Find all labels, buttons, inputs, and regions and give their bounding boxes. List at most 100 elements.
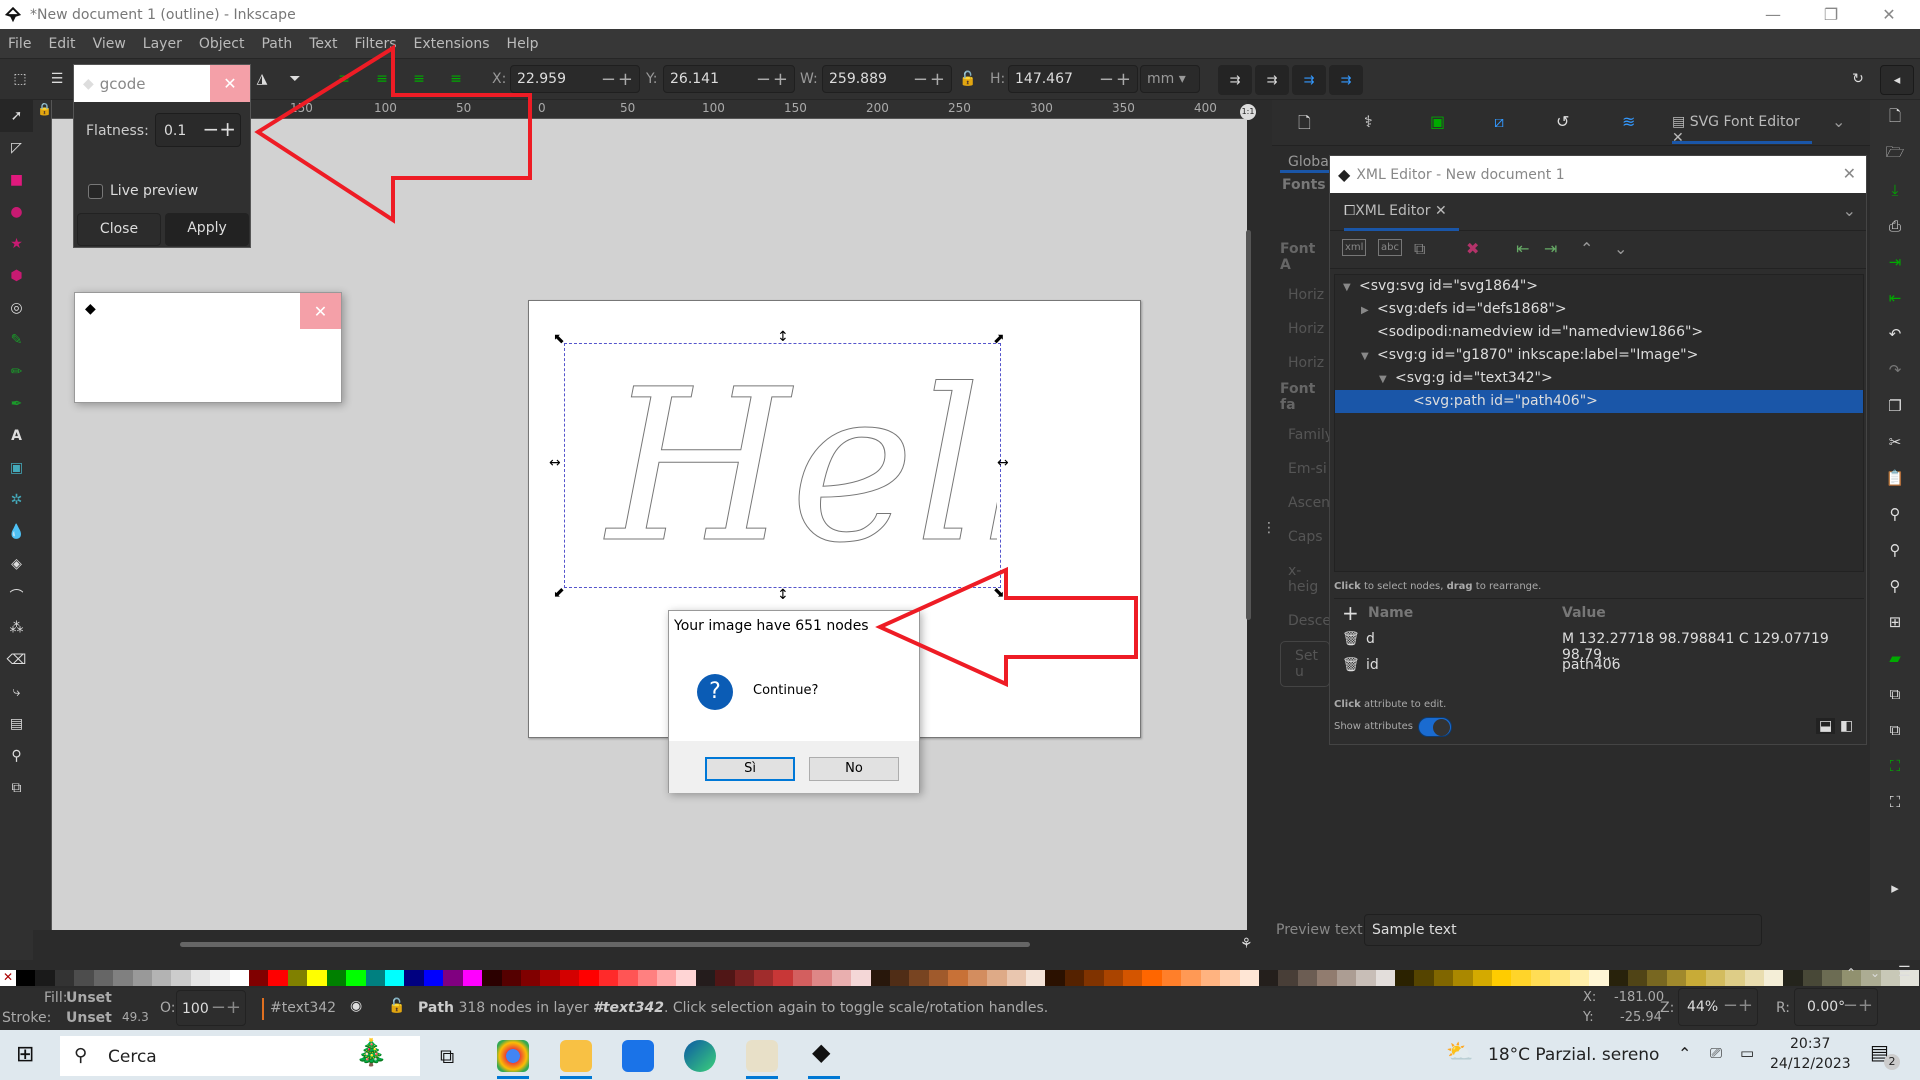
zoom-field[interactable]: 44% −+ <box>1678 988 1758 1026</box>
layout-vertical-icon[interactable]: ◧ <box>1840 718 1853 734</box>
new-text-node-icon[interactable]: abc <box>1378 239 1402 256</box>
color-swatch[interactable] <box>1200 970 1221 986</box>
color-swatch[interactable] <box>812 970 832 986</box>
x-field[interactable]: 22.959 −+ <box>510 65 640 93</box>
live-preview-checkbox[interactable] <box>88 184 103 199</box>
cut-icon[interactable]: ✂ <box>1870 424 1920 460</box>
layers-icon[interactable]: ≋ <box>1622 112 1635 131</box>
color-swatch[interactable] <box>1589 970 1609 986</box>
layout-horizontal-icon[interactable]: ⬓ <box>1816 718 1836 734</box>
color-swatch[interactable] <box>1569 970 1590 986</box>
group-icon[interactable]: ⛶ <box>1870 748 1920 784</box>
new-document-icon[interactable]: 🗋 <box>1870 100 1920 136</box>
color-swatch[interactable] <box>1783 970 1803 986</box>
paint-bucket-tool-icon[interactable]: ◈ <box>0 548 33 580</box>
transform-gradients-icon[interactable]: ⇉ <box>1292 65 1326 95</box>
tab-global[interactable]: Globa <box>1280 148 1330 173</box>
color-swatch[interactable] <box>656 970 677 986</box>
xml-node[interactable]: <sodipodi:namedview id="namedview1866"> <box>1335 321 1863 344</box>
task-view-icon[interactable]: ⧉ <box>440 1044 454 1068</box>
menu-object[interactable]: Object <box>191 36 254 52</box>
zoom-1-1-button[interactable]: 1:1 <box>1240 104 1256 120</box>
menu-help[interactable]: Help <box>499 36 548 52</box>
pages-tool-icon[interactable]: ▤ <box>0 708 33 740</box>
expander-open-icon[interactable]: ▼ <box>1361 345 1377 368</box>
color-swatch[interactable] <box>1375 970 1395 986</box>
color-swatch[interactable] <box>1414 970 1434 986</box>
xml-node[interactable]: ▼ <svg:svg id="svg1864"> <box>1335 275 1863 298</box>
3d-box-tool-icon[interactable]: ⬢ <box>0 260 33 292</box>
xml-node[interactable]: ▶ <svg:defs id="defs1868"> <box>1335 298 1863 321</box>
xml-node[interactable]: ▼ <svg:g id="text342"> <box>1335 367 1863 390</box>
edge-icon[interactable] <box>684 1040 716 1072</box>
color-swatch[interactable] <box>287 970 308 986</box>
yes-button[interactable]: Sì <box>705 757 795 781</box>
palette-scroll-up-icon[interactable]: ⌃ <box>1846 966 1856 980</box>
inkscape-taskbar-icon[interactable]: ◆ <box>812 1038 830 1066</box>
color-swatch[interactable] <box>889 970 910 986</box>
attribute-row[interactable]: 🗑 id path406 <box>1334 655 1864 681</box>
menu-extensions[interactable]: Extensions <box>406 36 499 52</box>
stroke-width[interactable]: 49.3 <box>122 1010 149 1024</box>
color-swatch[interactable] <box>113 970 133 986</box>
color-swatch[interactable] <box>190 970 211 986</box>
menu-path[interactable]: Path <box>253 36 301 52</box>
weather-icon[interactable]: ⛅ <box>1446 1040 1473 1065</box>
color-swatch[interactable] <box>1492 970 1512 986</box>
chrome-icon[interactable] <box>497 1040 529 1072</box>
no-button[interactable]: No <box>809 757 899 781</box>
color-swatch[interactable] <box>326 970 347 986</box>
color-swatch[interactable] <box>16 970 36 986</box>
scale-handle-nw[interactable]: ⬉ <box>553 331 565 347</box>
color-swatch[interactable] <box>792 970 813 986</box>
bezier-tool-icon[interactable]: ✎ <box>0 324 33 356</box>
color-swatch[interactable] <box>754 970 774 986</box>
gcode-close-icon[interactable]: ✕ <box>210 65 250 102</box>
palette-scroll-down-icon[interactable]: ⌄ <box>1870 966 1880 980</box>
color-swatch[interactable] <box>520 970 541 986</box>
clock-date[interactable]: 24/12/2023 <box>1770 1056 1851 1072</box>
color-swatch[interactable] <box>268 970 288 986</box>
undo-icon[interactable]: ↶ <box>1870 316 1920 352</box>
color-swatch[interactable] <box>1220 970 1240 986</box>
weather-text[interactable]: 18°C Parzial. sereno <box>1488 1045 1659 1065</box>
windows-start-icon[interactable]: ⊞ <box>16 1042 34 1067</box>
battery-icon[interactable]: ▭ <box>1740 1044 1754 1062</box>
color-swatch[interactable] <box>1142 970 1162 986</box>
close-icon[interactable]: ✕ <box>300 293 341 329</box>
color-swatch[interactable] <box>74 970 94 986</box>
color-swatch[interactable] <box>171 970 191 986</box>
zoom-drawing-icon[interactable]: ⚲ <box>1870 532 1920 568</box>
color-swatch[interactable] <box>1103 970 1124 986</box>
current-layer[interactable]: #text342 <box>270 1000 336 1016</box>
duplicate-node-icon[interactable]: ⧉ <box>1414 239 1425 259</box>
color-swatch[interactable] <box>249 970 269 986</box>
measure-tool-icon[interactable]: ⧉ <box>0 772 33 804</box>
color-swatch[interactable] <box>1394 970 1415 986</box>
color-swatch[interactable] <box>1278 970 1298 986</box>
close-window-button[interactable]: ✕ <box>1860 0 1918 29</box>
palette-menu-icon[interactable]: ☰ <box>1898 964 1911 980</box>
clone-icon[interactable]: ⧉ <box>1870 676 1920 712</box>
collapse-snap-button[interactable]: ◂ <box>1880 65 1914 95</box>
menu-edit[interactable]: Edit <box>40 36 84 52</box>
color-swatch[interactable] <box>715 970 735 986</box>
raise-icon[interactable]: ≡ <box>370 67 394 91</box>
y-stepper[interactable]: −+ <box>756 69 790 90</box>
color-swatch[interactable] <box>987 970 1007 986</box>
lock-proportions-icon[interactable]: 🔓 <box>956 67 980 91</box>
ellipse-tool-icon[interactable]: ● <box>0 196 33 228</box>
export-icon[interactable]: ▣ <box>1430 112 1445 131</box>
color-swatch[interactable] <box>35 970 55 986</box>
color-management-icon[interactable]: ⚘ <box>1240 936 1253 952</box>
scale-handle-e[interactable]: ↔ <box>997 455 1009 471</box>
menu-text[interactable]: Text <box>301 36 346 52</box>
color-swatch[interactable] <box>870 970 890 986</box>
xml-editor-close-icon[interactable]: ✕ <box>1843 164 1856 183</box>
color-swatch[interactable] <box>1550 970 1570 986</box>
tab-svg-font-editor[interactable]: ▤ SVG Font Editor ✕ <box>1672 104 1812 146</box>
fill-stroke-icon[interactable]: ⧄ <box>1494 112 1504 132</box>
print-icon[interactable]: ⎙ <box>1870 208 1920 244</box>
color-swatch[interactable] <box>1006 970 1026 986</box>
save-icon[interactable]: ⤓ <box>1870 172 1920 208</box>
